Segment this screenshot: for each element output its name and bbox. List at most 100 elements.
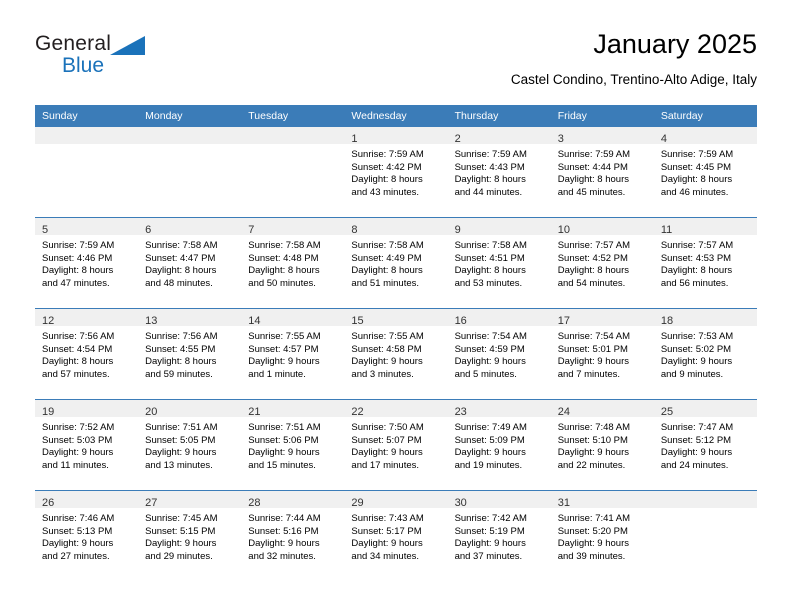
calendar-week-row: 1 Sunrise: 7:59 AM Sunset: 4:42 PM Daylight… xyxy=(35,127,757,218)
day-number: 17 xyxy=(557,315,570,327)
day-number: 13 xyxy=(145,315,158,327)
day-number: 20 xyxy=(145,406,158,418)
calendar-day-cell[interactable]: 16 Sunrise: 7:54 AM Sunset: 4:59 PM Dayligh… xyxy=(447,308,551,400)
sunset-text: Sunset: 4:42 PM xyxy=(351,161,422,173)
calendar-day-cell[interactable]: 17 Sunrise: 7:54 AM Sunset: 5:01 PM Dayligh… xyxy=(550,308,654,400)
calendar-day-cell[interactable]: 10 Sunrise: 7:57 AM Sunset: 4:52 PM Dayligh… xyxy=(550,217,654,309)
calendar-day-cell[interactable]: 4 Sunrise: 7:59 AM Sunset: 4:45 PM Daylight… xyxy=(653,127,757,218)
calendar-day-cell[interactable] xyxy=(35,127,139,218)
daylight-text-line1: Daylight: 8 hours xyxy=(42,265,114,277)
day-number: 15 xyxy=(351,315,364,327)
sunset-text: Sunset: 4:58 PM xyxy=(351,343,422,355)
day-number-band: 5 xyxy=(35,218,139,236)
calendar-day-cell[interactable]: 30 Sunrise: 7:42 AM Sunset: 5:19 PM Dayligh… xyxy=(447,490,551,581)
day-details: Sunrise: 7:47 AM Sunset: 5:12 PM Daylight:… xyxy=(654,417,757,472)
daylight-text-line1: Daylight: 8 hours xyxy=(660,265,733,277)
calendar-day-cell[interactable]: 29 Sunrise: 7:43 AM Sunset: 5:17 PM Dayligh… xyxy=(344,490,448,581)
calendar-day-cell[interactable]: 20 Sunrise: 7:51 AM Sunset: 5:05 PM Dayligh… xyxy=(138,399,242,491)
day-number-band: 18 xyxy=(653,309,757,327)
calendar-day-cell[interactable]: 14 Sunrise: 7:55 AM Sunset: 4:57 PM Dayligh… xyxy=(241,308,345,400)
daylight-text-line1: Daylight: 8 hours xyxy=(454,265,526,277)
sunrise-text: Sunrise: 7:57 AM xyxy=(660,240,734,251)
day-number: 1 xyxy=(351,133,358,145)
daylight-text-line2: and 48 minutes. xyxy=(145,277,213,289)
calendar-day-cell[interactable]: 28 Sunrise: 7:44 AM Sunset: 5:16 PM Dayligh… xyxy=(241,490,345,581)
day-details: Sunrise: 7:59 AM Sunset: 4:44 PM Daylight:… xyxy=(551,144,654,199)
day-number-band: 8 xyxy=(344,218,448,236)
day-details: Sunrise: 7:43 AM Sunset: 5:17 PM Daylight:… xyxy=(344,508,447,563)
day-number-band: 23 xyxy=(447,400,551,418)
calendar-day-cell[interactable]: 21 Sunrise: 7:51 AM Sunset: 5:06 PM Dayligh… xyxy=(241,399,345,491)
sunrise-text: Sunrise: 7:54 AM xyxy=(557,331,631,342)
calendar-day-cell[interactable]: 11 Sunrise: 7:57 AM Sunset: 4:53 PM Dayligh… xyxy=(653,217,757,309)
daylight-text-line2: and 19 minutes. xyxy=(454,459,523,471)
daylight-text-line2: and 5 minutes. xyxy=(454,368,517,380)
sunset-text: Sunset: 5:17 PM xyxy=(351,525,422,537)
sunset-text: Sunset: 5:10 PM xyxy=(557,434,628,446)
daylight-text-line1: Daylight: 8 hours xyxy=(42,356,114,368)
calendar-day-cell[interactable]: 24 Sunrise: 7:48 AM Sunset: 5:10 PM Dayligh… xyxy=(550,399,654,491)
calendar-day-cell[interactable]: 23 Sunrise: 7:49 AM Sunset: 5:09 PM Dayligh… xyxy=(447,399,551,491)
calendar-day-cell[interactable]: 31 Sunrise: 7:41 AM Sunset: 5:20 PM Dayligh… xyxy=(550,490,654,581)
sunset-text: Sunset: 4:57 PM xyxy=(248,343,319,355)
sunrise-text: Sunrise: 7:56 AM xyxy=(42,331,115,342)
sunrise-text: Sunrise: 7:55 AM xyxy=(351,331,424,342)
calendar-day-cell[interactable]: 22 Sunrise: 7:50 AM Sunset: 5:07 PM Dayligh… xyxy=(344,399,448,491)
calendar-day-cell[interactable] xyxy=(138,127,242,218)
calendar-day-cell[interactable] xyxy=(653,490,757,581)
calendar-day-cell[interactable]: 8 Sunrise: 7:58 AM Sunset: 4:49 PM Daylight… xyxy=(344,217,448,309)
day-number: 24 xyxy=(557,406,570,418)
calendar-day-cell[interactable]: 26 Sunrise: 7:46 AM Sunset: 5:13 PM Dayligh… xyxy=(35,490,139,581)
calendar-day-cell[interactable]: 15 Sunrise: 7:55 AM Sunset: 4:58 PM Dayligh… xyxy=(344,308,448,400)
day-details: Sunrise: 7:48 AM Sunset: 5:10 PM Daylight:… xyxy=(551,417,654,472)
day-number-band: 15 xyxy=(344,309,448,327)
daylight-text-line2: and 57 minutes. xyxy=(42,368,110,380)
sunset-text: Sunset: 5:20 PM xyxy=(557,525,628,537)
daylight-text-line1: Daylight: 9 hours xyxy=(145,447,217,459)
sunset-text: Sunset: 5:19 PM xyxy=(454,525,525,537)
calendar-day-cell[interactable] xyxy=(241,127,345,218)
daylight-text-line2: and 56 minutes. xyxy=(660,277,729,289)
calendar-day-cell[interactable]: 9 Sunrise: 7:58 AM Sunset: 4:51 PM Daylight… xyxy=(447,217,551,309)
calendar-day-cell[interactable]: 5 Sunrise: 7:59 AM Sunset: 4:46 PM Daylight… xyxy=(35,217,139,309)
daylight-text-line2: and 13 minutes. xyxy=(145,459,213,471)
calendar-day-cell[interactable]: 27 Sunrise: 7:45 AM Sunset: 5:15 PM Dayligh… xyxy=(138,490,242,581)
calendar-day-cell[interactable]: 1 Sunrise: 7:59 AM Sunset: 4:42 PM Daylight… xyxy=(344,127,448,218)
day-details: Sunrise: 7:57 AM Sunset: 4:53 PM Daylight:… xyxy=(654,235,757,290)
daylight-text-line1: Daylight: 9 hours xyxy=(454,447,526,459)
day-number-band: 21 xyxy=(241,400,345,418)
calendar-day-cell[interactable]: 13 Sunrise: 7:56 AM Sunset: 4:55 PM Dayligh… xyxy=(138,308,242,400)
daylight-text-line1: Daylight: 8 hours xyxy=(248,265,320,277)
sunset-text: Sunset: 5:09 PM xyxy=(454,434,525,446)
day-number-band: 24 xyxy=(550,400,654,418)
calendar-day-cell[interactable]: 6 Sunrise: 7:58 AM Sunset: 4:47 PM Daylight… xyxy=(138,217,242,309)
sunset-text: Sunset: 4:46 PM xyxy=(42,252,113,264)
sunrise-text: Sunrise: 7:52 AM xyxy=(42,422,115,433)
calendar-day-cell[interactable]: 2 Sunrise: 7:59 AM Sunset: 4:43 PM Daylight… xyxy=(447,127,551,218)
day-details: Sunrise: 7:59 AM Sunset: 4:45 PM Daylight:… xyxy=(654,144,757,199)
calendar-day-cell[interactable]: 12 Sunrise: 7:56 AM Sunset: 4:54 PM Dayligh… xyxy=(35,308,139,400)
daylight-text-line1: Daylight: 8 hours xyxy=(454,174,526,186)
calendar-day-cell[interactable]: 19 Sunrise: 7:52 AM Sunset: 5:03 PM Dayligh… xyxy=(35,399,139,491)
day-number: 12 xyxy=(42,315,55,327)
day-number-band: 30 xyxy=(447,491,551,509)
day-number: 28 xyxy=(248,497,261,509)
sunset-text: Sunset: 4:44 PM xyxy=(557,161,628,173)
daylight-text-line2: and 9 minutes. xyxy=(660,368,724,380)
calendar-day-cell[interactable]: 3 Sunrise: 7:59 AM Sunset: 4:44 PM Daylight… xyxy=(550,127,654,218)
daylight-text-line2: and 32 minutes. xyxy=(248,550,316,562)
daylight-text-line1: Daylight: 9 hours xyxy=(42,447,114,459)
title-block: January 2025 Castel Condino, Trentino-Al… xyxy=(511,28,757,89)
sunrise-text: Sunrise: 7:58 AM xyxy=(248,240,321,251)
day-details xyxy=(35,144,138,149)
daylight-text-line2: and 1 minute. xyxy=(248,368,306,380)
day-number: 7 xyxy=(248,224,255,236)
day-number: 3 xyxy=(557,133,564,145)
calendar-day-cell[interactable]: 7 Sunrise: 7:58 AM Sunset: 4:48 PM Daylight… xyxy=(241,217,345,309)
sunrise-text: Sunrise: 7:45 AM xyxy=(145,513,218,524)
general-blue-logo[interactable]: General Blue xyxy=(35,33,215,89)
calendar-day-cell[interactable]: 25 Sunrise: 7:47 AM Sunset: 5:12 PM Dayligh… xyxy=(653,399,757,491)
sunset-text: Sunset: 5:15 PM xyxy=(145,525,216,537)
calendar-day-cell[interactable]: 18 Sunrise: 7:53 AM Sunset: 5:02 PM Dayligh… xyxy=(653,308,757,400)
day-details: Sunrise: 7:54 AM Sunset: 4:59 PM Daylight:… xyxy=(448,326,551,381)
